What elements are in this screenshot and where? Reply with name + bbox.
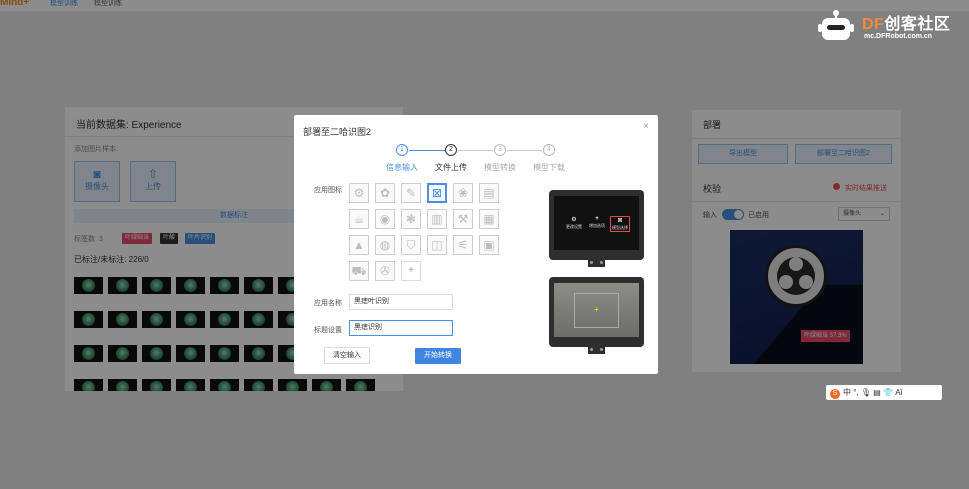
deploy-dialog: 部署至二哈识图2 × 1 2 3 4 信息输入 文件上传 模型转换 模型下载 应… <box>294 115 658 374</box>
book-icon[interactable]: ▤ <box>479 183 499 203</box>
apple-icon[interactable]: ◉ <box>375 209 395 229</box>
step-4-indicator: 4 <box>543 144 555 156</box>
ime-items: 中 °, 🎙 ▤ 👕 Aǐ <box>843 388 903 397</box>
trash-icon[interactable]: ▥ <box>427 209 447 229</box>
tomato-icon[interactable]: ◍ <box>375 235 395 255</box>
add-icon-button[interactable]: + <box>401 261 421 281</box>
clear-input-button[interactable]: 清空输入 <box>324 347 370 364</box>
crosshair-icon: + <box>594 305 599 314</box>
step-connector <box>458 150 493 151</box>
dialog-title: 部署至二哈识图2 <box>303 127 372 137</box>
step-3-indicator: 3 <box>494 144 506 156</box>
dfrobot-watermark: DF创客社区 mc.DFRobot.com.cn <box>818 7 958 47</box>
app-icon-label: 应用图标 <box>314 187 342 194</box>
car-icon[interactable]: ⛟ <box>349 261 369 281</box>
step-4-label: 模型下载 <box>533 163 565 172</box>
title-label: 标题设置 <box>314 327 342 334</box>
leaf-icon[interactable]: ⊠ <box>427 183 447 203</box>
cookie-icon[interactable]: ❃ <box>401 209 421 229</box>
tag-icon[interactable]: ✎ <box>401 183 421 203</box>
cup-icon[interactable]: ☕ <box>349 209 369 229</box>
step-1-indicator: 1 <box>396 144 408 156</box>
step-3-label: 模型转换 <box>484 163 516 172</box>
device-preview-camera: + <box>549 277 644 354</box>
brand-url: mc.DFRobot.com.cn <box>864 33 933 40</box>
film-icon[interactable]: ✇ <box>375 261 395 281</box>
model-select-icon: ⊠ 模型选择 <box>610 216 630 232</box>
start-convert-button[interactable]: 开始转换 <box>415 348 461 364</box>
robot-logo-icon <box>818 10 854 40</box>
step-1-label: 信息输入 <box>386 163 418 172</box>
shirt-icon[interactable]: ⛉ <box>401 235 421 255</box>
step-2-label: 文件上传 <box>435 163 467 172</box>
close-icon[interactable]: × <box>643 121 649 132</box>
game-icon[interactable]: ▦ <box>479 209 499 229</box>
stamp-icon[interactable]: ▲ <box>349 235 369 255</box>
paw-icon[interactable]: ❀ <box>453 183 473 203</box>
step-2-indicator: 2 <box>445 144 457 156</box>
device-preview-menu: ⚙ 更改设置 + 增加选项 ⊠ 模型选择 <box>549 190 644 267</box>
app-name-label: 应用名称 <box>314 300 342 307</box>
camera-icon[interactable]: ◫ <box>427 235 447 255</box>
ime-toolbar[interactable]: S中 °, 🎙 ▤ 👕 Aǐ <box>826 385 942 400</box>
settings-icon: ⚙ 更改设置 <box>566 217 582 229</box>
tools-icon[interactable]: ⚒ <box>453 209 473 229</box>
app-name-input[interactable]: 黑痣叶识别 <box>349 294 453 310</box>
sogou-icon: S <box>830 389 840 399</box>
remote-icon[interactable]: ▣ <box>479 235 499 255</box>
gear-icon[interactable]: ⚙ <box>349 183 369 203</box>
step-connector <box>507 150 542 151</box>
network-icon[interactable]: ⚟ <box>453 235 473 255</box>
brand-name: DF创客社区 <box>862 16 951 33</box>
gear-outline-icon[interactable]: ✿ <box>375 183 395 203</box>
title-input[interactable]: 黑痣识别 <box>349 320 453 336</box>
add-icon: + 增加选项 <box>589 216 605 228</box>
